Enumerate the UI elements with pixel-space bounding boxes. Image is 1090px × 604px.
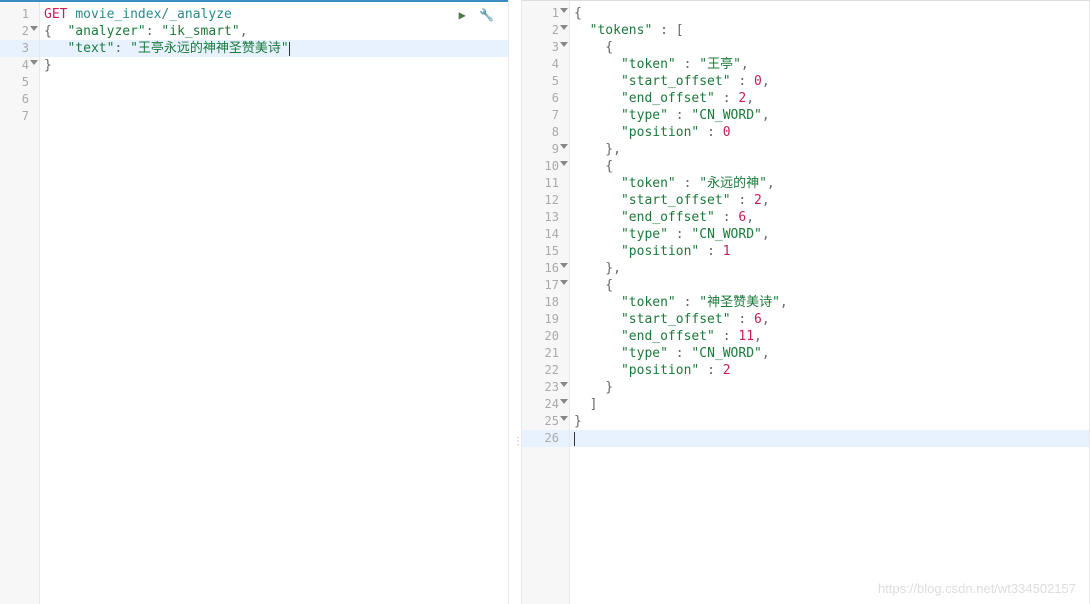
line-number: 5: [522, 73, 569, 90]
code-line[interactable]: },: [570, 141, 1090, 158]
line-number: 22: [522, 362, 569, 379]
code-line[interactable]: "type" : "CN_WORD",: [570, 345, 1090, 362]
code-line[interactable]: },: [570, 260, 1090, 277]
code-line[interactable]: "start_offset" : 2,: [570, 192, 1090, 209]
line-number: 5: [0, 74, 39, 91]
code-line[interactable]: "position" : 0: [570, 124, 1090, 141]
line-number: 26: [522, 430, 569, 447]
text-cursor: [289, 42, 290, 56]
code-line[interactable]: {: [570, 158, 1090, 175]
line-number: 8: [522, 124, 569, 141]
request-editor[interactable]: GET movie_index/_analyze{ "analyzer": "i…: [40, 6, 508, 125]
line-number: 1: [0, 6, 39, 23]
code-line[interactable]: {: [570, 277, 1090, 294]
fold-icon[interactable]: [560, 42, 568, 47]
line-number: 2: [522, 22, 569, 39]
line-number: 11: [522, 175, 569, 192]
text-cursor: [574, 432, 575, 446]
line-number: 9: [522, 141, 569, 158]
line-number: 12: [522, 192, 569, 209]
code-line[interactable]: }: [40, 57, 508, 74]
code-line[interactable]: }: [570, 379, 1090, 396]
code-line[interactable]: [40, 108, 508, 125]
request-gutter: 1234567: [0, 2, 40, 604]
line-number: 6: [0, 91, 39, 108]
code-line[interactable]: "token" : "永远的神",: [570, 175, 1090, 192]
line-number: 19: [522, 311, 569, 328]
line-number: 4: [522, 56, 569, 73]
code-line[interactable]: { "analyzer": "ik_smart",: [40, 23, 508, 40]
code-line[interactable]: "start_offset" : 0,: [570, 73, 1090, 90]
code-line[interactable]: [40, 91, 508, 108]
line-number: 13: [522, 209, 569, 226]
code-line[interactable]: "end_offset" : 11,: [570, 328, 1090, 345]
line-number: 2: [0, 23, 39, 40]
code-line[interactable]: "end_offset" : 6,: [570, 209, 1090, 226]
code-line[interactable]: "start_offset" : 6,: [570, 311, 1090, 328]
code-line[interactable]: "position" : 2: [570, 362, 1090, 379]
code-line[interactable]: "tokens" : [: [570, 22, 1090, 39]
code-line[interactable]: GET movie_index/_analyze: [40, 6, 508, 23]
line-number: 6: [522, 90, 569, 107]
fold-icon[interactable]: [560, 382, 568, 387]
fold-icon[interactable]: [560, 161, 568, 166]
code-line[interactable]: ]: [570, 396, 1090, 413]
line-number: 10: [522, 158, 569, 175]
line-number: 4: [0, 57, 39, 74]
code-line[interactable]: "position" : 1: [570, 243, 1090, 260]
line-number: 1: [522, 5, 569, 22]
code-line[interactable]: "type" : "CN_WORD",: [570, 107, 1090, 124]
line-number: 3: [522, 39, 569, 56]
line-number: 21: [522, 345, 569, 362]
line-number: 7: [522, 107, 569, 124]
line-number: 18: [522, 294, 569, 311]
fold-icon[interactable]: [30, 26, 38, 31]
line-number: 25: [522, 413, 569, 430]
code-line[interactable]: "type" : "CN_WORD",: [570, 226, 1090, 243]
code-line[interactable]: "token" : "王亭",: [570, 56, 1090, 73]
fold-icon[interactable]: [560, 416, 568, 421]
line-number: 7: [0, 108, 39, 125]
fold-icon[interactable]: [560, 25, 568, 30]
line-number: 3: [0, 40, 39, 57]
code-line[interactable]: {: [570, 39, 1090, 56]
code-line[interactable]: "end_offset" : 2,: [570, 90, 1090, 107]
run-icon[interactable]: ▶: [459, 8, 466, 22]
code-line[interactable]: [570, 430, 1090, 447]
code-line[interactable]: }: [570, 413, 1090, 430]
watermark-text: https://blog.csdn.net/wt334502157: [878, 581, 1076, 596]
line-number: 17: [522, 277, 569, 294]
line-number: 15: [522, 243, 569, 260]
code-line[interactable]: "token" : "神圣赞美诗",: [570, 294, 1090, 311]
line-number: 16: [522, 260, 569, 277]
wrench-icon[interactable]: 🔧: [479, 8, 494, 22]
code-line[interactable]: [40, 74, 508, 91]
editor-container: ▶ 🔧 1234567 GET movie_index/_analyze{ "a…: [0, 0, 1090, 604]
line-number: 14: [522, 226, 569, 243]
pane-divider[interactable]: ⋮: [508, 0, 522, 604]
fold-icon[interactable]: [560, 144, 568, 149]
fold-icon[interactable]: [30, 60, 38, 65]
request-toolbar: ▶ 🔧: [453, 8, 494, 22]
fold-icon[interactable]: [560, 8, 568, 13]
fold-icon[interactable]: [560, 399, 568, 404]
request-pane: ▶ 🔧 1234567 GET movie_index/_analyze{ "a…: [0, 0, 508, 604]
code-line[interactable]: {: [570, 5, 1090, 22]
response-gutter: 1234567891011121314151617181920212223242…: [522, 1, 570, 604]
code-line[interactable]: "text": "王亭永远的神神圣赞美诗": [40, 40, 508, 57]
line-number: 23: [522, 379, 569, 396]
fold-icon[interactable]: [560, 263, 568, 268]
response-pane: 1234567891011121314151617181920212223242…: [522, 0, 1090, 604]
line-number: 20: [522, 328, 569, 345]
fold-icon[interactable]: [560, 280, 568, 285]
response-viewer[interactable]: { "tokens" : [ { "token" : "王亭", "start_…: [570, 5, 1090, 447]
line-number: 24: [522, 396, 569, 413]
